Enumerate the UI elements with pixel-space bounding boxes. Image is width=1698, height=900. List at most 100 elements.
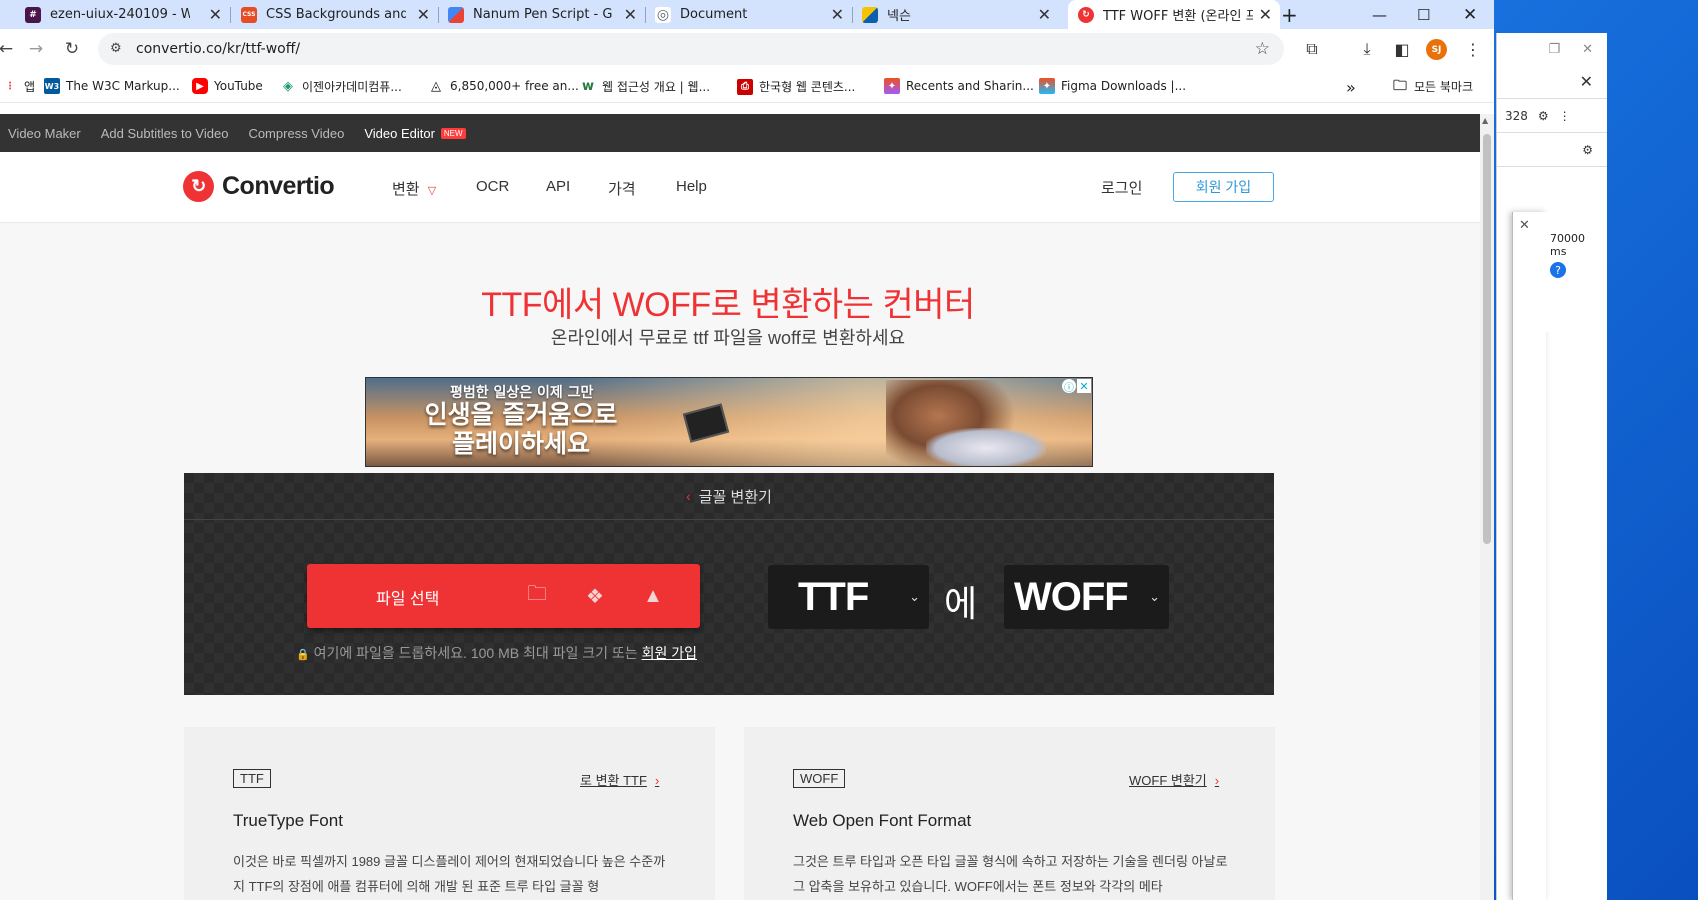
close-icon[interactable]: ✕	[624, 5, 637, 24]
convertio-logo[interactable]: ↻ Convertio	[183, 171, 335, 202]
format-description: 이것은 바로 픽셀까지 1989 글꼴 디스플레이 제어의 현재되었습니다 높은…	[233, 854, 666, 894]
link-add-subtitles[interactable]: Add Subtitles to Video	[101, 126, 229, 141]
bookmark-ezen[interactable]: ◈ 이젠아카데미컴퓨...	[280, 78, 402, 95]
login-link[interactable]: 로그인	[1101, 177, 1142, 198]
chevron-left-icon: ‹	[686, 488, 691, 504]
page-title: TTF에서 WOFF로 변환하는 컨버터	[481, 286, 975, 324]
gear-icon[interactable]: ⚙	[1582, 143, 1593, 157]
more-icon[interactable]: ⋮	[1559, 109, 1571, 123]
link-video-editor[interactable]: Video Editor	[364, 126, 435, 141]
close-icon[interactable]: ✕	[1580, 72, 1593, 91]
convertio-icon: ↻	[1078, 6, 1094, 23]
bookmark-figma-downloads[interactable]: ✦ Figma Downloads |...	[1039, 78, 1186, 94]
close-icon[interactable]: ✕	[209, 5, 222, 24]
tab-0[interactable]: # ezen-uiux-240109 - WEB ✕	[15, 0, 230, 29]
drop-note: 🔒 여기에 파일을 드롭하세요. 100 MB 최대 파일 크기 또는 회원 가…	[296, 645, 697, 661]
gear-icon[interactable]: ⚙	[1538, 109, 1549, 123]
tab-title: ezen-uiux-240109 - WEB	[50, 7, 190, 22]
new-tab-button[interactable]: +	[1281, 0, 1301, 29]
chevron-down-icon: ▽	[427, 185, 437, 197]
close-icon[interactable]: ✕	[417, 5, 430, 24]
nav-help[interactable]: Help	[676, 178, 707, 195]
format-link[interactable]: 로 변환 TTF ›	[580, 770, 659, 789]
nav-ocr[interactable]: OCR	[476, 178, 509, 195]
menu-icon[interactable]: ⋮	[1461, 37, 1485, 61]
tab-2[interactable]: Nanum Pen Script - Goo ✕	[438, 0, 645, 29]
chevron-down-icon: ⌄	[909, 589, 920, 604]
format-link[interactable]: WOFF 변환기 ›	[1129, 770, 1219, 789]
bookmarks-overflow-icon[interactable]: »	[1346, 78, 1356, 97]
link-compress-video[interactable]: Compress Video	[248, 126, 344, 141]
reload-icon[interactable]: ↻	[60, 37, 84, 61]
advertisement-banner[interactable]: 평범한 일상은 이제 그만 인생을 즐거움으로 플레이하세요 ⓘ ✕	[365, 377, 1093, 467]
tab-4[interactable]: 넥슨 ✕	[852, 0, 1059, 29]
all-bookmarks-folder[interactable]: 🗀 모든 북마크	[1392, 78, 1473, 95]
tab-title: Document	[680, 7, 748, 22]
minimize-icon[interactable]: —	[1372, 0, 1387, 29]
chevron-right-icon: ›	[654, 773, 660, 788]
download-icon[interactable]: ⤓	[1355, 37, 1379, 61]
tab-3[interactable]: ◎ Document ✕	[645, 0, 852, 29]
ad-headline: 인생을 즐거움으로 플레이하세요	[424, 400, 618, 458]
drop-signup-link[interactable]: 회원 가입	[642, 645, 697, 661]
choose-file-button[interactable]: 파일 선택 🗀 ❖ ▲	[307, 564, 700, 628]
folder-search-icon[interactable]: 🗀	[524, 583, 550, 608]
google-drive-icon[interactable]: ▲	[640, 584, 666, 608]
converter-breadcrumb[interactable]: ‹ 글꼴 변환기	[184, 473, 1274, 520]
site-info-icon[interactable]: ⚙	[110, 41, 126, 57]
close-icon[interactable]: ✕	[1259, 5, 1272, 24]
back-icon[interactable]: ←	[0, 37, 18, 61]
forward-icon[interactable]: →	[24, 37, 48, 61]
page-scrollbar[interactable]: ▲	[1480, 114, 1494, 900]
scrollbar-thumb[interactable]	[1483, 134, 1491, 544]
address-bar[interactable]: ⚙ convertio.co/kr/ttf-woff/ ☆	[98, 33, 1284, 65]
bookmark-accessibility[interactable]: w웹 접근성 개요 | 웹...	[580, 78, 710, 95]
close-icon[interactable]: ✕	[1582, 42, 1593, 57]
close-icon[interactable]: ✕	[1519, 218, 1530, 233]
nav-convert[interactable]: 변환 ▽	[392, 178, 436, 199]
side-panel-icon[interactable]: ◧	[1390, 37, 1414, 61]
to-format-select[interactable]: WOFF ⌄	[1004, 565, 1169, 629]
restore-icon[interactable]: ❐	[1548, 42, 1560, 57]
ad-info-icon[interactable]: ⓘ	[1062, 379, 1076, 394]
nav-pricing[interactable]: 가격	[608, 178, 636, 199]
scroll-up-icon[interactable]: ▲	[1482, 116, 1488, 125]
tab-1[interactable]: CSS CSS Backgrounds and Bo ✕	[231, 0, 438, 29]
link-video-maker[interactable]: Video Maker	[8, 126, 81, 141]
page-subtitle: 온라인에서 무료로 ttf 파일을 woff로 변환하세요	[550, 328, 906, 348]
devtools-count: 328	[1505, 108, 1528, 123]
extensions-icon[interactable]: ⧉	[1300, 37, 1324, 61]
maximize-icon[interactable]: ☐	[1417, 0, 1430, 29]
address-text: convertio.co/kr/ttf-woff/	[136, 41, 301, 57]
help-icon[interactable]: ?	[1550, 262, 1566, 278]
from-format-select[interactable]: TTF ⌄	[768, 565, 929, 629]
close-icon[interactable]: ✕	[1038, 5, 1051, 24]
bookmark-w3c[interactable]: W3 The W3C Markup...	[44, 78, 180, 94]
bookmark-star-icon[interactable]: ☆	[1255, 39, 1270, 59]
close-window-icon[interactable]: ✕	[1463, 0, 1477, 29]
bookmark-pdf[interactable]: ⎙ 한국형 웹 콘텐츠...	[737, 78, 855, 95]
globe-icon: ◎	[655, 6, 671, 23]
profile-avatar[interactable]: SJ	[1426, 39, 1447, 60]
slack-icon: #	[25, 6, 41, 23]
ad-close-icon[interactable]: ✕	[1077, 379, 1091, 393]
bookmark-apps[interactable]: ⋮ 앱	[2, 78, 35, 95]
dropbox-icon[interactable]: ❖	[582, 584, 608, 608]
devtools-dialog: ✕	[1512, 212, 1546, 900]
format-description: 그것은 트루 타입과 오픈 타입 글꼴 형식에 속하고 저장하는 기술을 렌더링…	[793, 854, 1228, 894]
devtools-throttle-panel: 70000 ms ?	[1546, 212, 1607, 332]
chevron-down-icon: ⌄	[1149, 589, 1160, 604]
format-name: TrueType Font	[233, 811, 343, 830]
bookmark-youtube[interactable]: ▶ YouTube	[192, 78, 263, 94]
nav-api[interactable]: API	[546, 178, 570, 195]
page-viewport: Video Maker Add Subtitles to Video Compr…	[0, 114, 1480, 900]
signup-button[interactable]: 회원 가입	[1173, 172, 1274, 202]
bookmark-figma-recents[interactable]: ✦ Recents and Sharin...	[884, 78, 1034, 94]
throttle-ms: 70000 ms	[1550, 232, 1585, 258]
tab-title: Nanum Pen Script - Goo	[473, 7, 613, 22]
logo-text: Convertio	[222, 172, 335, 200]
bookmark-free-icons[interactable]: ◬ 6,850,000+ free an...	[428, 78, 579, 94]
close-icon[interactable]: ✕	[831, 5, 844, 24]
to-word: 에	[944, 583, 978, 624]
tab-5-active[interactable]: ↻ TTF WOFF 변환 (온라인 프 ✕	[1068, 0, 1280, 29]
